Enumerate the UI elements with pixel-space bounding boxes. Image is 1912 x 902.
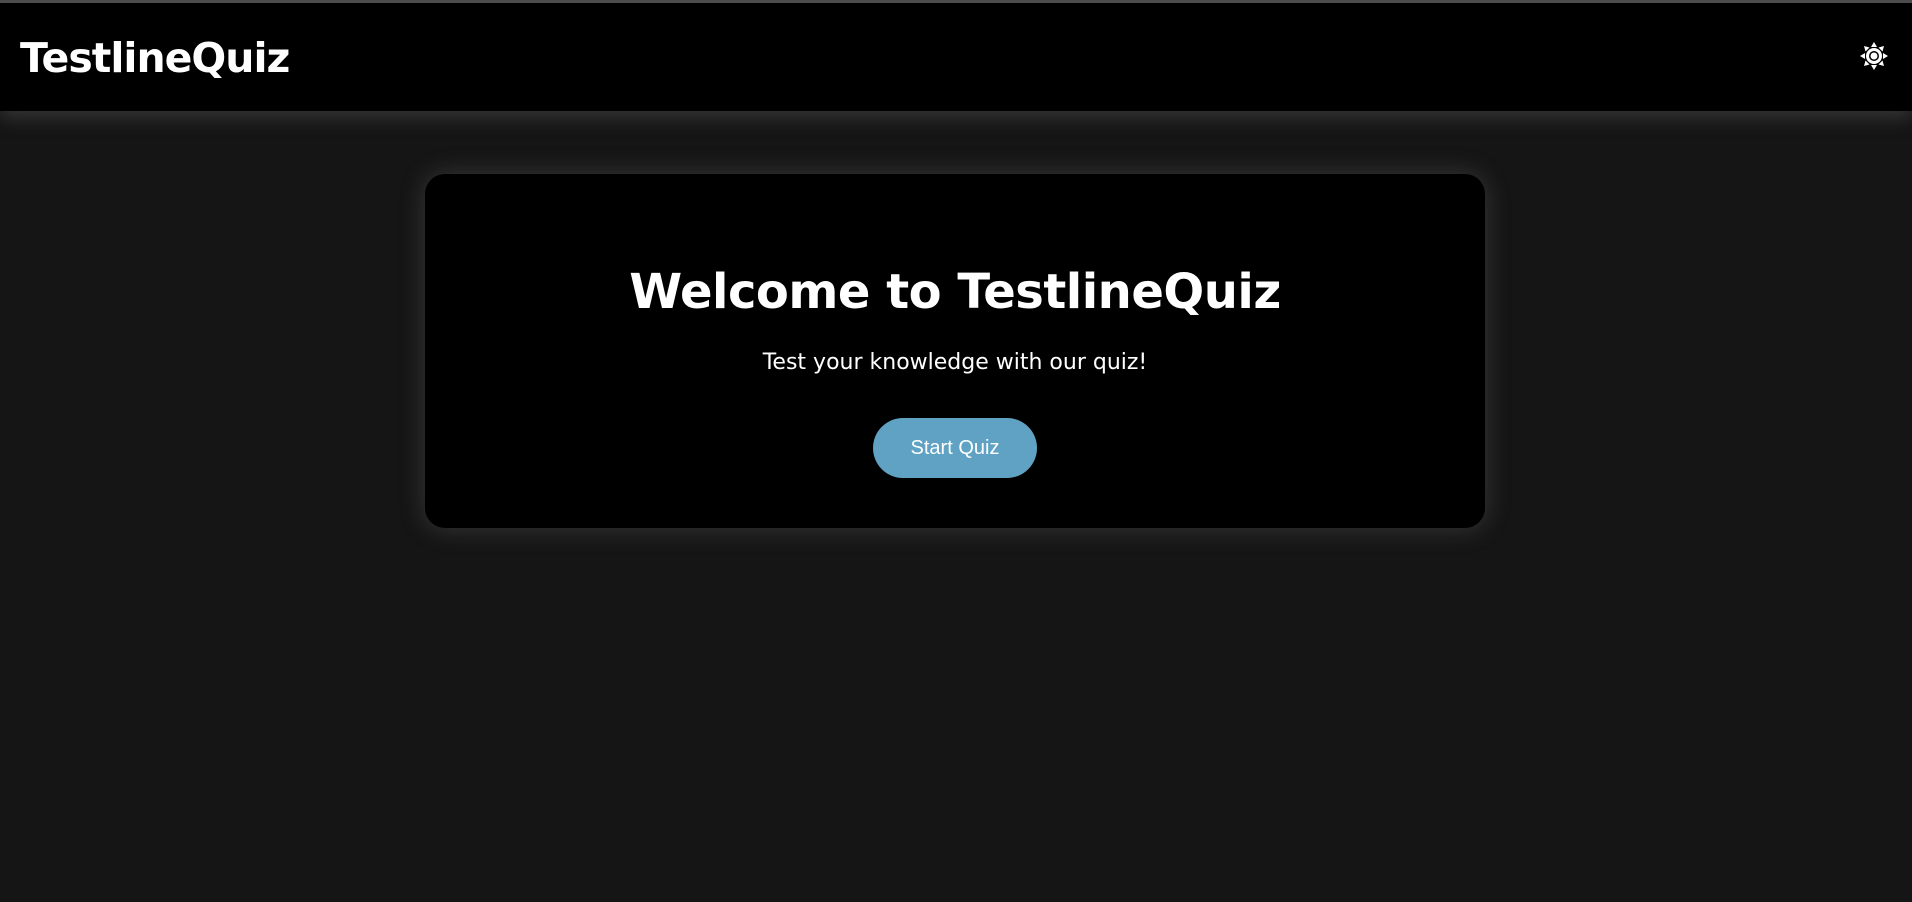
theme-toggle-button[interactable] — [1858, 40, 1890, 72]
welcome-subtitle: Test your knowledge with our quiz! — [762, 350, 1148, 375]
welcome-title: Welcome to TestlineQuiz — [629, 264, 1281, 320]
start-quiz-button[interactable]: Start Quiz — [873, 418, 1037, 478]
top-navbar: TestlineQuiz — [0, 3, 1912, 111]
app-root: TestlineQuiz Welcome to TestlineQuiz Tes… — [0, 0, 1912, 902]
sun-icon — [1860, 42, 1888, 70]
brand-logo-text[interactable]: TestlineQuiz — [20, 29, 290, 87]
welcome-card: Welcome to TestlineQuiz Test your knowle… — [425, 174, 1485, 528]
